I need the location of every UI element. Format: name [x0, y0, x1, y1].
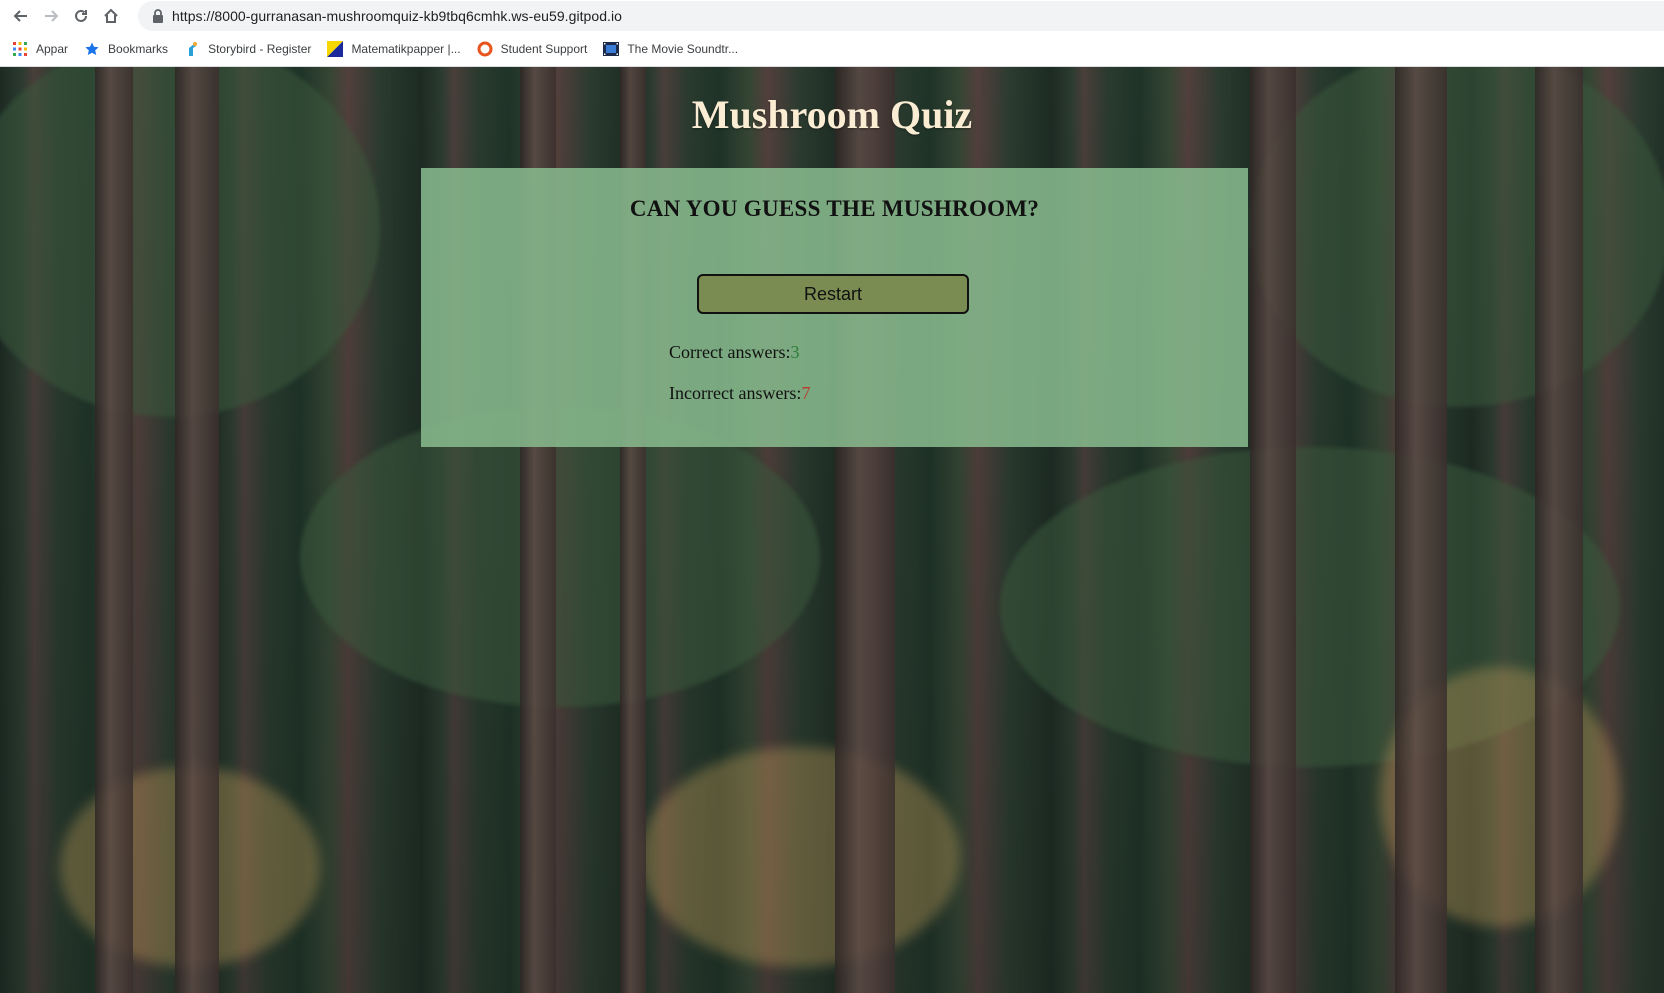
reload-icon [75, 9, 87, 22]
incorrect-answers-count: 7 [801, 383, 811, 403]
home-icon [104, 8, 118, 23]
star-icon [84, 41, 100, 57]
matematikpapper-icon [327, 41, 344, 57]
bookmark-storybird[interactable]: Storybird - Register [184, 41, 311, 57]
url-text[interactable]: https://8000-gurranasan-mushroomquiz-kb9… [172, 8, 622, 24]
address-bar[interactable]: https://8000-gurranasan-mushroomquiz-kb9… [138, 1, 1664, 31]
bookmark-label: Bookmarks [108, 42, 169, 56]
bookmark-bookmarks[interactable]: Bookmarks [84, 41, 168, 57]
forest-background: Mushroom Quiz CAN YOU GUESS THE MUSHROOM… [0, 67, 1664, 993]
correct-answers: Correct answers:3 [669, 342, 799, 363]
bookmark-label: Student Support [500, 42, 588, 56]
home-button[interactable] [96, 0, 126, 32]
reload-button[interactable] [66, 0, 96, 32]
incorrect-answers: Incorrect answers:7 [669, 383, 810, 404]
bookmark-label: Storybird - Register [208, 42, 312, 56]
bookmark-matematikpapper[interactable]: Matematikpapper |... [327, 41, 461, 57]
bookmark-label: Matematikpapper |... [351, 42, 461, 56]
page-title: Mushroom Quiz [691, 92, 973, 137]
restart-button[interactable]: Restart [697, 274, 969, 314]
back-button[interactable] [6, 0, 36, 32]
bookmarks-bar: Appar Bookmarks Storybird - Register Mat… [0, 32, 1664, 67]
forward-button[interactable] [36, 0, 66, 32]
storybird-icon [184, 41, 200, 57]
incorrect-answers-label: Incorrect answers: [669, 383, 802, 403]
quiz-heading: CAN YOU GUESS THE MUSHROOM? [629, 196, 1040, 221]
bookmark-label: The Movie Soundtr... [627, 42, 739, 56]
browser-toolbar: https://8000-gurranasan-mushroomquiz-kb9… [0, 0, 1664, 32]
arrow-left-icon [13, 10, 27, 22]
correct-answers-count: 3 [790, 342, 800, 362]
apps-grid-icon [12, 41, 28, 57]
film-icon [603, 41, 620, 57]
bookmark-appar[interactable]: Appar [12, 41, 68, 57]
tree-trunk [1395, 67, 1447, 993]
bookmark-movie-soundtrack[interactable]: The Movie Soundtr... [603, 41, 738, 57]
tree-trunk [175, 67, 219, 993]
bookmark-student-support[interactable]: Student Support [477, 41, 588, 57]
tree-trunk [1535, 67, 1583, 993]
student-support-icon [477, 41, 493, 57]
tree-trunk [95, 67, 133, 993]
lock-icon [152, 9, 164, 23]
bookmark-label: Appar [36, 42, 69, 56]
foliage-decoration [300, 407, 820, 707]
quiz-result-card: CAN YOU GUESS THE MUSHROOM? Restart Corr… [421, 168, 1248, 447]
correct-answers-label: Correct answers: [669, 342, 791, 362]
sunlight-decoration [640, 747, 960, 967]
arrow-right-icon [45, 10, 59, 22]
tree-trunk [1250, 67, 1296, 993]
